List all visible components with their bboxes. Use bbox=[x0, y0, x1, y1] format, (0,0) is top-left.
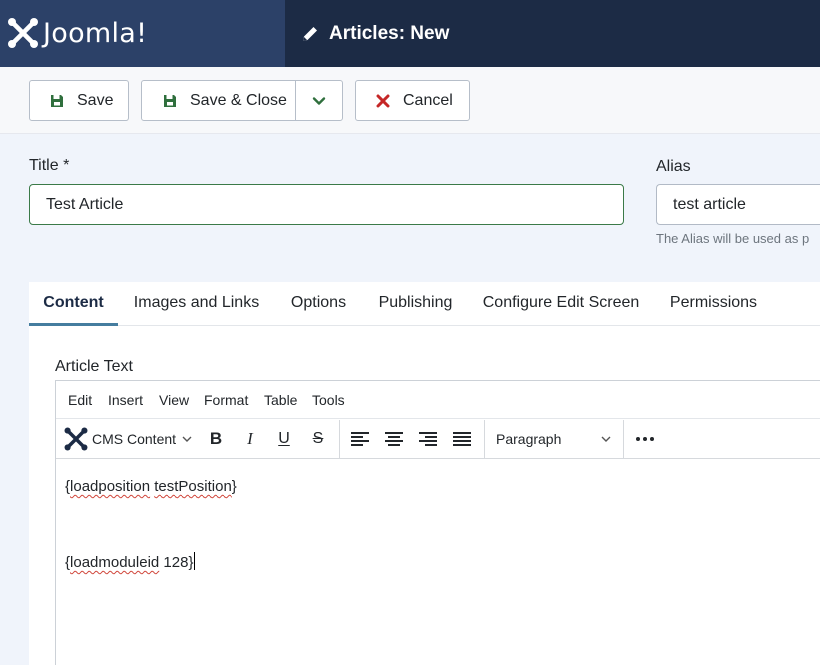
tab-publishing[interactable]: Publishing bbox=[362, 282, 469, 326]
misspelled-word: testPosition bbox=[154, 478, 232, 495]
main-content: Title * Test Article Alias test article … bbox=[0, 134, 820, 665]
tab-configure-edit-screen[interactable]: Configure Edit Screen bbox=[469, 282, 653, 326]
menu-table[interactable]: Table bbox=[264, 392, 297, 408]
bold-icon[interactable]: B bbox=[201, 419, 231, 459]
alias-hint: The Alias will be used as p bbox=[656, 231, 810, 246]
align-justify-icon[interactable] bbox=[447, 419, 477, 459]
joomla-logo-icon bbox=[8, 18, 38, 48]
article-tabs: Content Images and Links Options Publish… bbox=[29, 282, 820, 326]
editor-menubar: Edit Insert View Format Table Tools bbox=[56, 381, 820, 419]
misspelled-word: loadmoduleid bbox=[70, 554, 160, 571]
alias-input[interactable]: test article bbox=[656, 184, 820, 225]
editor-toolbar: CMS Content B I U S Paragraph bbox=[56, 419, 820, 459]
close-icon bbox=[376, 94, 390, 107]
more-icon[interactable] bbox=[630, 419, 660, 459]
block-format-select[interactable]: Paragraph bbox=[489, 419, 619, 459]
top-header: Joomla! Articles: New bbox=[0, 0, 820, 67]
chevron-down-icon bbox=[312, 96, 326, 105]
cancel-button[interactable]: Cancel bbox=[355, 80, 470, 121]
save-options-dropdown[interactable] bbox=[295, 80, 343, 121]
save-button-label: Save bbox=[77, 91, 114, 109]
page-title: Articles: New bbox=[329, 23, 450, 44]
strikethrough-icon[interactable]: S bbox=[303, 419, 333, 459]
menu-insert[interactable]: Insert bbox=[108, 392, 143, 408]
menu-view[interactable]: View bbox=[159, 392, 189, 408]
tab-images-and-links[interactable]: Images and Links bbox=[118, 282, 275, 326]
align-right-icon[interactable] bbox=[413, 419, 443, 459]
align-center-icon[interactable] bbox=[379, 419, 409, 459]
align-center-glyph bbox=[385, 432, 403, 446]
more-dots-glyph bbox=[636, 437, 654, 441]
cms-content-label: CMS Content bbox=[92, 431, 177, 447]
joomla-logo-icon bbox=[64, 427, 88, 451]
save-close-button[interactable]: Save & Close bbox=[141, 80, 296, 121]
align-right-glyph bbox=[419, 432, 437, 446]
article-text-editor: Edit Insert View Format Table Tools CMS … bbox=[55, 380, 820, 665]
save-icon bbox=[164, 94, 176, 107]
module-id: 128} bbox=[159, 554, 194, 571]
cancel-button-label: Cancel bbox=[403, 91, 453, 109]
text-caret bbox=[194, 552, 196, 570]
save-close-button-label: Save & Close bbox=[190, 91, 287, 109]
chevron-down-icon bbox=[601, 436, 611, 442]
misspelled-word: loadposition bbox=[70, 478, 151, 495]
save-button[interactable]: Save bbox=[29, 80, 129, 121]
logo-area[interactable]: Joomla! bbox=[0, 0, 285, 67]
menu-tools[interactable]: Tools bbox=[312, 392, 345, 408]
align-justify-glyph bbox=[453, 432, 471, 446]
editor-line-2[interactable]: {loadmoduleid 128} bbox=[65, 552, 196, 571]
cms-content-dropdown[interactable]: CMS Content bbox=[63, 419, 195, 459]
save-icon bbox=[51, 94, 63, 107]
brace-close: } bbox=[231, 478, 237, 495]
italic-icon[interactable]: I bbox=[235, 419, 265, 459]
article-text-label: Article Text bbox=[55, 358, 133, 375]
menu-format[interactable]: Format bbox=[204, 392, 248, 408]
action-toolbar: Save Save & Close Cancel bbox=[0, 67, 820, 134]
menu-edit[interactable]: Edit bbox=[68, 392, 92, 408]
underline-icon[interactable]: U bbox=[269, 419, 299, 459]
block-format-value: Paragraph bbox=[496, 431, 562, 447]
pencil-icon bbox=[303, 27, 317, 41]
align-left-glyph bbox=[351, 432, 369, 446]
tab-permissions[interactable]: Permissions bbox=[653, 282, 774, 326]
chevron-down-icon bbox=[182, 436, 192, 442]
alias-label: Alias bbox=[656, 158, 691, 175]
page-title-area: Articles: New bbox=[300, 22, 449, 46]
title-input[interactable]: Test Article bbox=[29, 184, 624, 225]
tab-content[interactable]: Content bbox=[29, 282, 118, 326]
logo-text: Joomla! bbox=[43, 18, 148, 49]
editor-line-1[interactable]: {loadposition testPosition} bbox=[65, 478, 237, 495]
align-left-icon[interactable] bbox=[345, 419, 375, 459]
tab-options[interactable]: Options bbox=[275, 282, 362, 326]
title-label: Title * bbox=[29, 157, 70, 174]
